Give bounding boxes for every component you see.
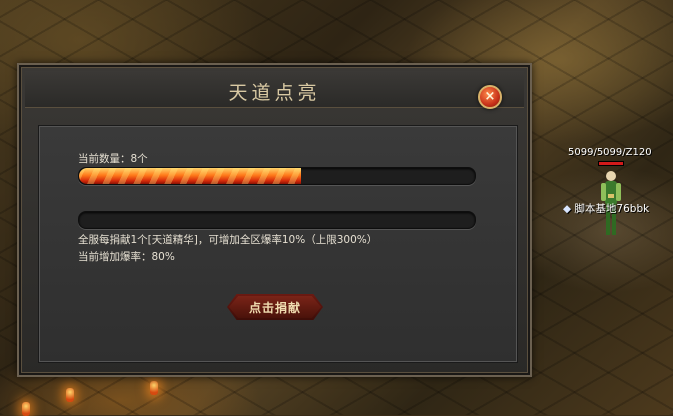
dialog-title: 天道点亮	[228, 82, 321, 104]
donate-button[interactable]: 点击捐献	[227, 294, 323, 320]
candle-icon	[150, 381, 158, 395]
secondary-progress-bar	[78, 211, 476, 229]
player-stats: 5099/5099/Z120	[568, 147, 652, 158]
tiandao-dialog: 天道点亮 × 当前数量：8个 全服每捐献1个[天道精华]，可增加全区爆率10%（…	[17, 63, 532, 377]
player-name: ◆ 脚本基地76bbk	[563, 201, 649, 216]
close-icon: ×	[484, 89, 496, 104]
current-count-label: 当前数量：8个	[78, 153, 148, 165]
close-button[interactable]: ×	[478, 85, 502, 109]
donation-progress-bar	[78, 167, 476, 185]
donation-progress-fill	[79, 168, 301, 184]
current-bonus-label: 当前增加爆率：80%	[78, 251, 175, 263]
donation-description: 全服每捐献1个[天道精华]，可增加全区爆率10%（上限300%）	[78, 234, 378, 246]
player-hp-bar	[598, 161, 624, 166]
candle-icon	[66, 388, 74, 402]
player-name-label: 脚本基地76bbk	[574, 203, 650, 215]
donate-button-label: 点击捐献	[248, 301, 301, 315]
candle-icon	[22, 402, 30, 416]
dialog-titlebar: 天道点亮 ×	[25, 71, 524, 109]
player-name-marker-icon: ◆	[563, 203, 572, 215]
